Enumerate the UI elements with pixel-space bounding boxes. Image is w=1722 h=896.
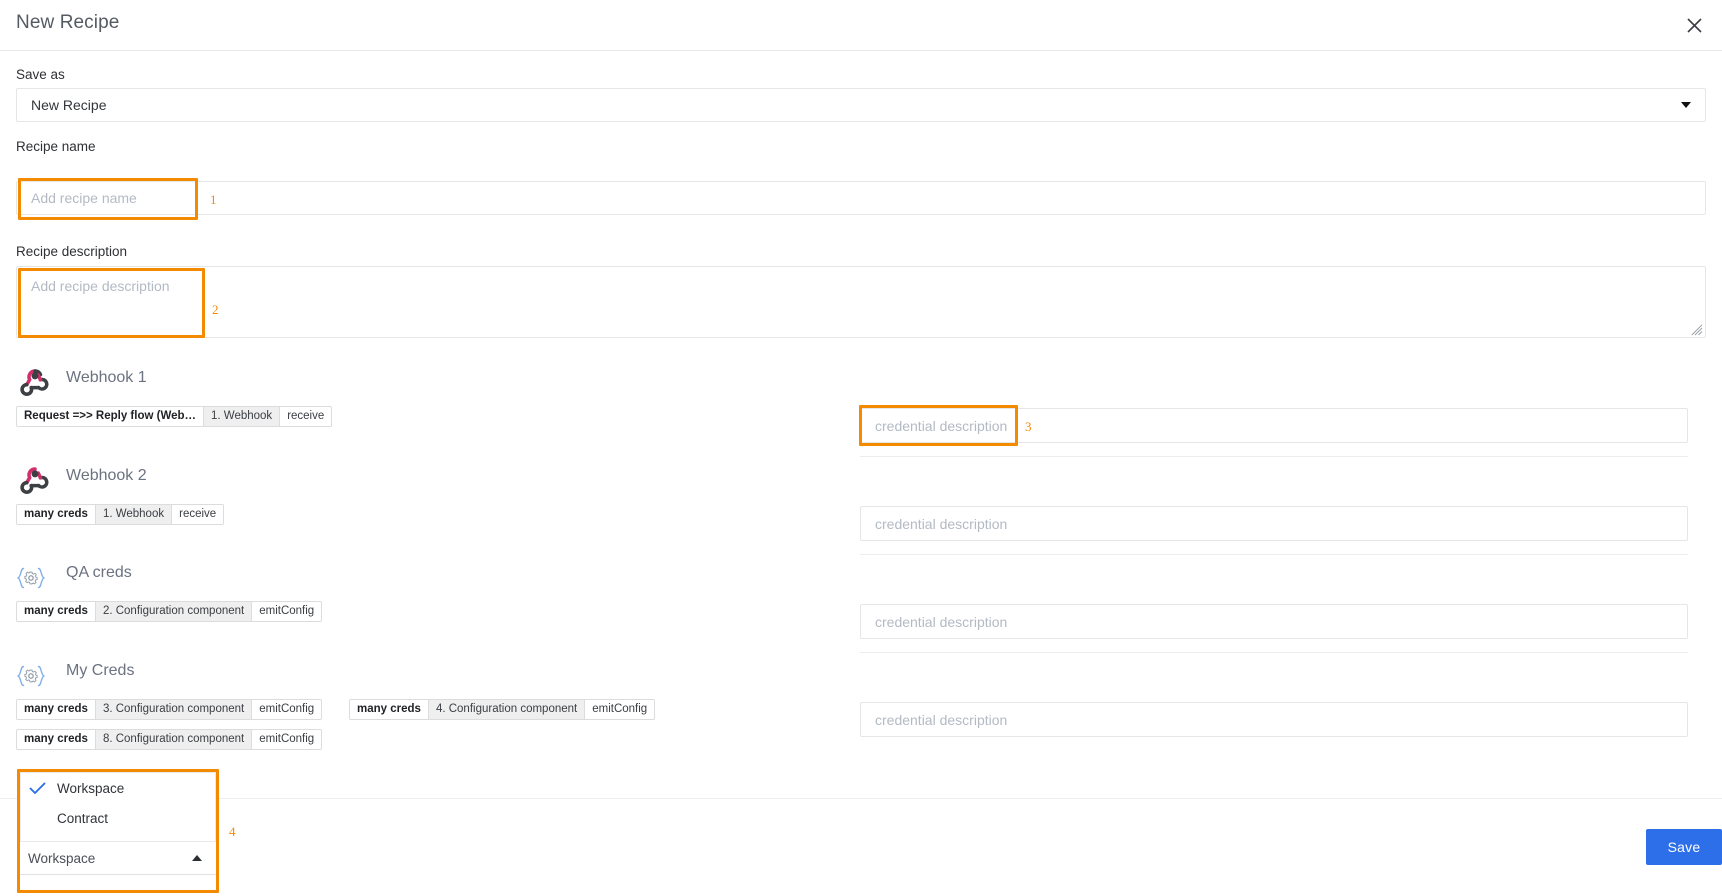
chip-action: emitConfig [252, 700, 322, 719]
divider [860, 456, 1688, 457]
chip-item[interactable]: many creds 4. Configuration component em… [349, 699, 656, 720]
save-as-value: New Recipe [31, 97, 107, 113]
scope-option-label: Workspace [57, 780, 125, 796]
recipe-name-input[interactable]: Add recipe name [16, 181, 1706, 215]
credential-description-input-2[interactable]: credential description [860, 506, 1688, 541]
chip-item[interactable]: many creds 2. Configuration component em… [16, 601, 323, 622]
divider [860, 554, 1688, 555]
save-button[interactable]: Save [1646, 829, 1722, 865]
save-as-select[interactable]: New Recipe [16, 88, 1706, 122]
credential-description-placeholder: credential description [875, 613, 1008, 630]
scope-option-workspace[interactable]: Workspace [21, 773, 215, 803]
section-title-webhook-1: Webhook 1 [66, 369, 147, 386]
recipe-name-label: Recipe name [16, 139, 96, 154]
chip-step: 4. Configuration component [427, 700, 586, 719]
chip-action: emitConfig [252, 602, 322, 621]
chevron-up-icon [192, 855, 202, 861]
chip-name: many creds [17, 730, 95, 749]
chip-step: 1. Webhook [94, 505, 173, 524]
credential-description-input-1[interactable]: credential description [860, 408, 1688, 443]
scope-option-label: Contract [57, 810, 109, 826]
chip-name: many creds [17, 700, 95, 719]
recipe-name-placeholder: Add recipe name [31, 190, 137, 206]
chip-item[interactable]: Request =>> Reply flow (Web… 1. Webhook … [16, 406, 333, 427]
check-icon [29, 782, 57, 795]
chevron-down-icon [1681, 102, 1691, 108]
new-recipe-dialog: New Recipe Save as New Recipe Recipe nam… [0, 0, 1722, 896]
chip-name: Request =>> Reply flow (Web… [17, 407, 204, 426]
scope-select[interactable]: Workspace [20, 842, 216, 875]
credential-description-placeholder: credential description [875, 515, 1008, 532]
chip-action: receive [172, 505, 224, 524]
chip-step: 1. Webhook [203, 407, 281, 426]
chip-name: many creds [17, 602, 95, 621]
webhook-icon [18, 461, 52, 500]
scope-option-contract[interactable]: Contract [21, 803, 215, 833]
divider [860, 652, 1688, 653]
chip-action: emitConfig [252, 730, 322, 749]
recipe-description-textarea[interactable]: Add recipe description [16, 266, 1706, 338]
chip-step: 2. Configuration component [94, 602, 253, 621]
recipe-description-label: Recipe description [16, 244, 128, 259]
credential-description-input-4[interactable]: credential description [860, 702, 1688, 737]
scope-dropdown-menu[interactable]: Workspace Contract [20, 772, 216, 842]
webhook-icon [18, 363, 52, 402]
credential-description-placeholder: credential description [875, 417, 1008, 434]
recipe-description-placeholder: Add recipe description [31, 278, 170, 294]
close-icon[interactable] [1678, 9, 1710, 41]
resize-grip-icon[interactable] [1691, 324, 1703, 336]
annotation-number-1: 1 [210, 192, 217, 207]
chip-name: many creds [17, 505, 95, 524]
config-icon [14, 663, 48, 689]
scope-selected-value: Workspace [28, 850, 96, 866]
dialog-titlebar: New Recipe [0, 0, 1722, 51]
chip-step: 3. Configuration component [94, 700, 253, 719]
chip-item[interactable]: many creds 8. Configuration component em… [16, 729, 323, 750]
chip-action: receive [280, 407, 332, 426]
credential-description-placeholder: credential description [875, 711, 1008, 728]
annotation-number-4: 4 [229, 824, 236, 839]
page-title: New Recipe [16, 12, 120, 33]
section-title-webhook-2: Webhook 2 [66, 467, 147, 484]
chip-item[interactable]: many creds 3. Configuration component em… [16, 699, 323, 720]
annotation-number-3: 3 [1025, 419, 1032, 434]
section-title-my-creds: My Creds [66, 662, 135, 679]
footer-divider [0, 798, 1722, 799]
credential-description-input-3[interactable]: credential description [860, 604, 1688, 639]
config-icon [14, 565, 48, 591]
save-as-label: Save as [16, 67, 65, 82]
chip-name: many creds [350, 700, 428, 719]
chip-item[interactable]: many creds 1. Webhook receive [16, 504, 225, 525]
annotation-number-2: 2 [212, 302, 219, 317]
chip-action: emitConfig [585, 700, 655, 719]
section-title-qa-creds: QA creds [66, 564, 132, 581]
chip-step: 8. Configuration component [94, 730, 253, 749]
